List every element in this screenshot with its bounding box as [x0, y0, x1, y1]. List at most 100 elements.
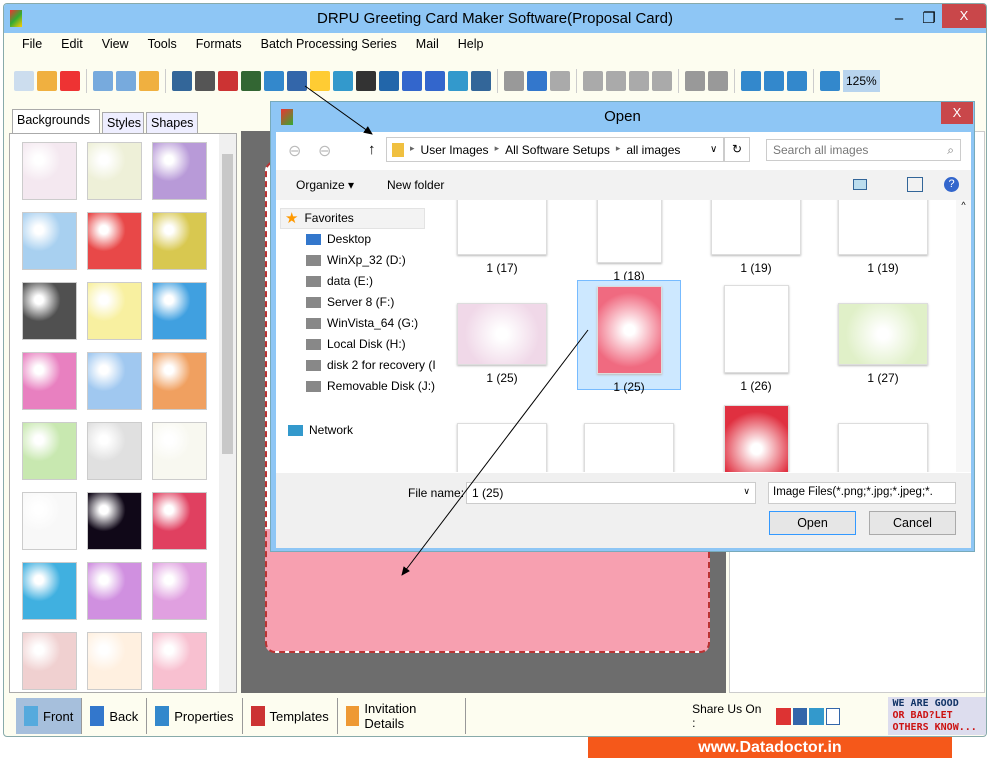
forward-button[interactable]: ⊖: [318, 141, 331, 161]
bring-front-icon[interactable]: [685, 71, 705, 91]
background-thumbnail[interactable]: [87, 212, 142, 270]
background-thumbnail[interactable]: [87, 142, 142, 200]
menu-mail[interactable]: Mail: [416, 33, 439, 55]
background-thumbnail[interactable]: [152, 562, 207, 620]
background-thumbnail[interactable]: [22, 492, 77, 550]
send-back-icon[interactable]: [708, 71, 728, 91]
help-icon[interactable]: ?: [944, 177, 959, 192]
delete-icon[interactable]: [652, 71, 672, 91]
breadcrumb-item[interactable]: All Software Setups: [505, 143, 610, 157]
undo-icon[interactable]: [527, 71, 547, 91]
file-name-input[interactable]: 1 (25) ∨: [466, 482, 756, 504]
wave-icon[interactable]: [333, 71, 353, 91]
copy-icon[interactable]: [606, 71, 626, 91]
file-item[interactable]: 1 (26): [710, 280, 802, 393]
organize-button[interactable]: Organize ▾: [296, 170, 354, 200]
new-icon[interactable]: [14, 71, 34, 91]
background-icon[interactable]: [218, 71, 238, 91]
print-icon[interactable]: [195, 71, 215, 91]
tab-shapes[interactable]: Shapes: [146, 112, 198, 133]
maximize-button[interactable]: ❐: [914, 4, 944, 33]
background-thumbnail[interactable]: [152, 492, 207, 550]
file-type-select[interactable]: Image Files(*.png;*.jpg;*.jpeg;*.: [768, 482, 956, 504]
nav-item[interactable]: data (E:): [306, 271, 373, 292]
background-thumbnail[interactable]: [152, 142, 207, 200]
file-item[interactable]: 1 (25): [577, 280, 681, 394]
background-thumbnail[interactable]: [22, 282, 77, 340]
tab-back[interactable]: Back: [82, 698, 148, 734]
fit-icon[interactable]: [787, 71, 807, 91]
signature-icon[interactable]: [425, 71, 445, 91]
wordart-icon[interactable]: [402, 71, 422, 91]
tab-styles[interactable]: Styles: [102, 112, 144, 133]
back-button[interactable]: ⊖: [288, 141, 301, 161]
banner[interactable]: www.Datadoctor.in: [588, 737, 952, 758]
breadcrumb-item[interactable]: User Images: [421, 143, 489, 157]
minimize-button[interactable]: –: [884, 4, 914, 33]
open-icon[interactable]: [37, 71, 57, 91]
new-folder-button[interactable]: New folder: [387, 170, 444, 200]
close-button[interactable]: X: [942, 4, 986, 28]
scrollbar[interactable]: [219, 134, 236, 692]
database-icon[interactable]: [504, 71, 524, 91]
grid-icon[interactable]: [741, 71, 761, 91]
address-bar[interactable]: ▸ User Images ▸ All Software Setups ▸ all ima…: [386, 137, 724, 162]
tab-front[interactable]: Front: [16, 698, 83, 734]
background-thumbnail[interactable]: [152, 282, 207, 340]
shape-icon[interactable]: [310, 71, 330, 91]
background-thumbnail[interactable]: [22, 562, 77, 620]
save-as-icon[interactable]: [116, 71, 136, 91]
file-item[interactable]: 1 (25): [456, 280, 548, 390]
up-button[interactable]: ↑: [368, 141, 376, 158]
twitter-icon[interactable]: [809, 707, 824, 725]
file-item[interactable]: 1 (18): [583, 200, 675, 283]
pencil-icon[interactable]: [287, 71, 307, 91]
nav-item[interactable]: Server 8 (F:): [306, 292, 394, 313]
facebook-icon[interactable]: [792, 707, 808, 725]
file-item[interactable]: 1 (27): [456, 400, 548, 472]
background-thumbnail[interactable]: [22, 632, 77, 690]
refresh-button[interactable]: ↻: [724, 137, 750, 162]
file-list-scrollbar[interactable]: ^: [956, 200, 971, 472]
tab-properties[interactable]: Properties: [147, 698, 243, 734]
preview-pane-icon[interactable]: [907, 177, 923, 192]
barcode-icon[interactable]: [356, 71, 376, 91]
paste-icon[interactable]: [629, 71, 649, 91]
background-thumbnail[interactable]: [152, 352, 207, 410]
cut-icon[interactable]: [583, 71, 603, 91]
close-doc-icon[interactable]: [60, 71, 80, 91]
nav-item[interactable]: Local Disk (H:): [306, 334, 406, 355]
background-thumbnail[interactable]: [22, 142, 77, 200]
menu-help[interactable]: Help: [458, 33, 484, 55]
background-thumbnail[interactable]: [22, 212, 77, 270]
tab-invitation-details[interactable]: Invitation Details: [338, 698, 467, 734]
background-thumbnail[interactable]: [22, 422, 77, 480]
file-item[interactable]: 1 (17): [456, 200, 548, 280]
like-icon[interactable]: [825, 707, 841, 725]
pen-card-icon[interactable]: [241, 71, 261, 91]
export-icon[interactable]: [139, 71, 159, 91]
text-icon[interactable]: [379, 71, 399, 91]
dialog-close-button[interactable]: X: [941, 102, 973, 124]
zoom-in-icon[interactable]: [820, 71, 840, 91]
menu-batch-processing-series[interactable]: Batch Processing Series: [261, 33, 397, 55]
background-thumbnail[interactable]: [87, 422, 142, 480]
background-thumbnail[interactable]: [22, 352, 77, 410]
background-thumbnail[interactable]: [87, 562, 142, 620]
image-icon[interactable]: [264, 71, 284, 91]
file-item[interactable]: 1 (19): [837, 200, 929, 280]
nav-item[interactable]: Network: [288, 420, 353, 441]
view-icon[interactable]: [853, 179, 867, 190]
menu-file[interactable]: File: [22, 33, 42, 55]
chevron-down-icon[interactable]: ∨: [710, 144, 717, 155]
nav-item[interactable]: Removable Disk (J:): [306, 376, 435, 397]
save-icon[interactable]: [93, 71, 113, 91]
menu-formats[interactable]: Formats: [196, 33, 242, 55]
tab-templates[interactable]: Templates: [243, 698, 338, 734]
background-thumbnail[interactable]: [87, 282, 142, 340]
nav-item[interactable]: Desktop: [306, 229, 371, 250]
preview-icon[interactable]: [172, 71, 192, 91]
redo-icon[interactable]: [550, 71, 570, 91]
background-thumbnail[interactable]: [87, 352, 142, 410]
actual-size-icon[interactable]: [764, 71, 784, 91]
